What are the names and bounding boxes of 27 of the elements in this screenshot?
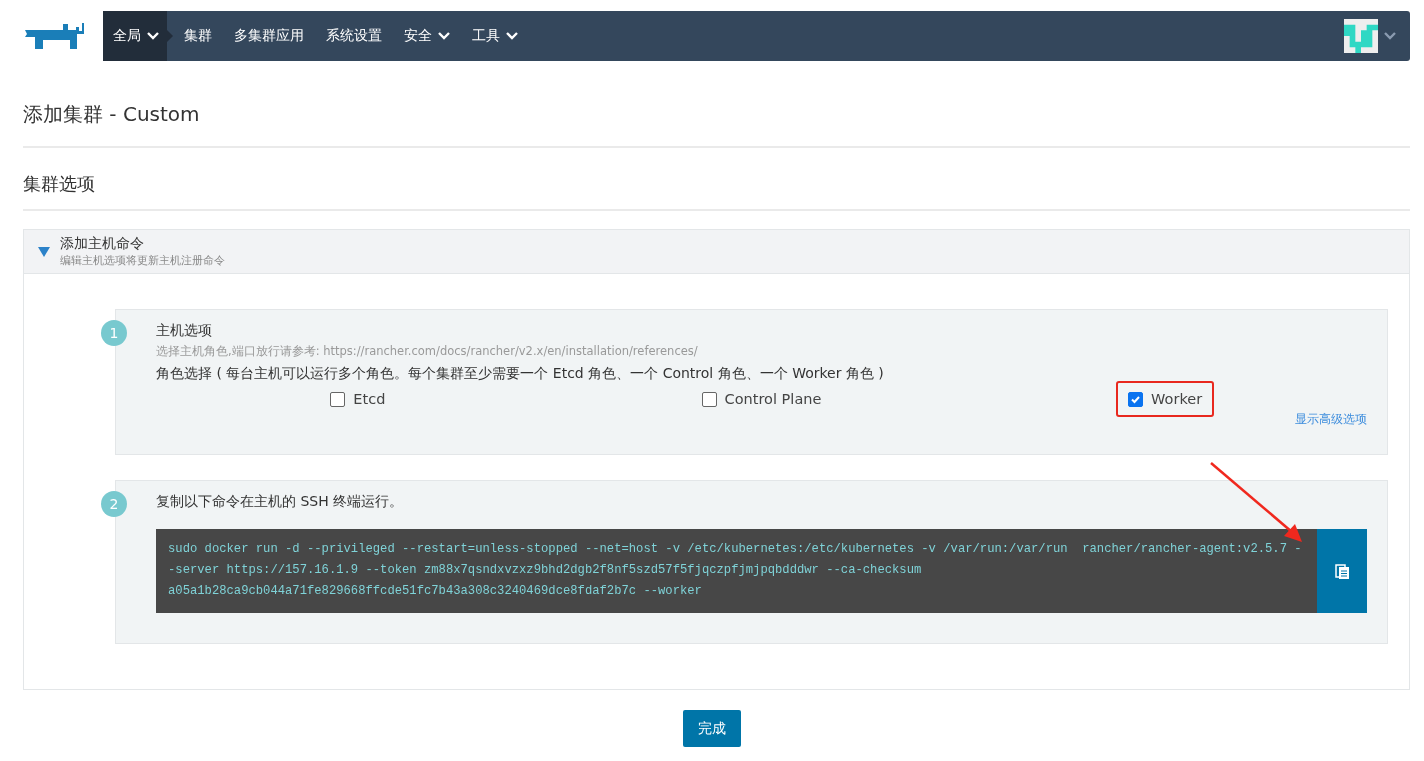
copy-button[interactable] (1317, 529, 1367, 613)
copy-icon (1334, 562, 1350, 580)
nav-menu-item[interactable]: 系统设置 (315, 11, 393, 61)
command-text: sudo docker run -d --privileged --restart=unless-stopped --net=host -v /etc/kubernetes:/etc/kubernetes -v /var/run:/var/run rancher/rancher-agent:v2.5.7 --server https://157.16.1.9 --token zm88x7qsndxvzxz9bhd2dgb2f8nf5szd57f5fjqczpfjmjpqbdddwr --ca-checksum a05a1b28ca9cb044a71fe829668ffcde51fc7b43a308c3240469dce8fdaf2b7c --worker (156, 529, 1317, 613)
step-title: 主机选项 (156, 322, 213, 340)
checkbox[interactable] (701, 391, 717, 407)
checkbox-label: Etcd (353, 391, 386, 407)
accordion-header[interactable]: 添加主机命令 编辑主机选项将更新主机注册命令 (24, 230, 1409, 274)
panel-title: 添加主机命令 (60, 235, 145, 253)
hint-text: 选择主机角色,端口放行请参考: https://rancher.com/docs/rancher/v2.x/en/installation/references/ (156, 344, 699, 359)
checkbox-label: Control Plane (724, 391, 822, 407)
nav-menu-item[interactable]: 安全 (393, 11, 461, 61)
checkbox-label: Worker (1151, 391, 1203, 407)
step-number: 1 (101, 320, 127, 346)
checkbox[interactable] (330, 391, 346, 407)
nav-menu-item[interactable]: 集群 (173, 11, 223, 61)
roles-description: 角色选择 ( 每台主机可以运行多个角色。每个集群至少需要一个 Etcd 角色、一个 Control 角色、一个 Worker 角色 ) (156, 365, 885, 383)
account-chevron-icon[interactable] (1384, 32, 1396, 40)
section-title: 集群选项 (23, 172, 1410, 211)
step-number: 2 (101, 491, 127, 517)
checkbox[interactable] (1128, 391, 1144, 407)
nav-menu-item[interactable]: 工具 (461, 11, 529, 61)
step-title: 复制以下命令在主机的 SSH 终端运行。 (156, 493, 405, 511)
panel-subtitle: 编辑主机选项将更新主机注册命令 (60, 253, 225, 268)
page-title: 添加集群 - Custom (23, 101, 1410, 148)
done-button[interactable]: 完成 (683, 710, 741, 747)
nav-menu-item[interactable]: 多集群应用 (223, 11, 315, 61)
